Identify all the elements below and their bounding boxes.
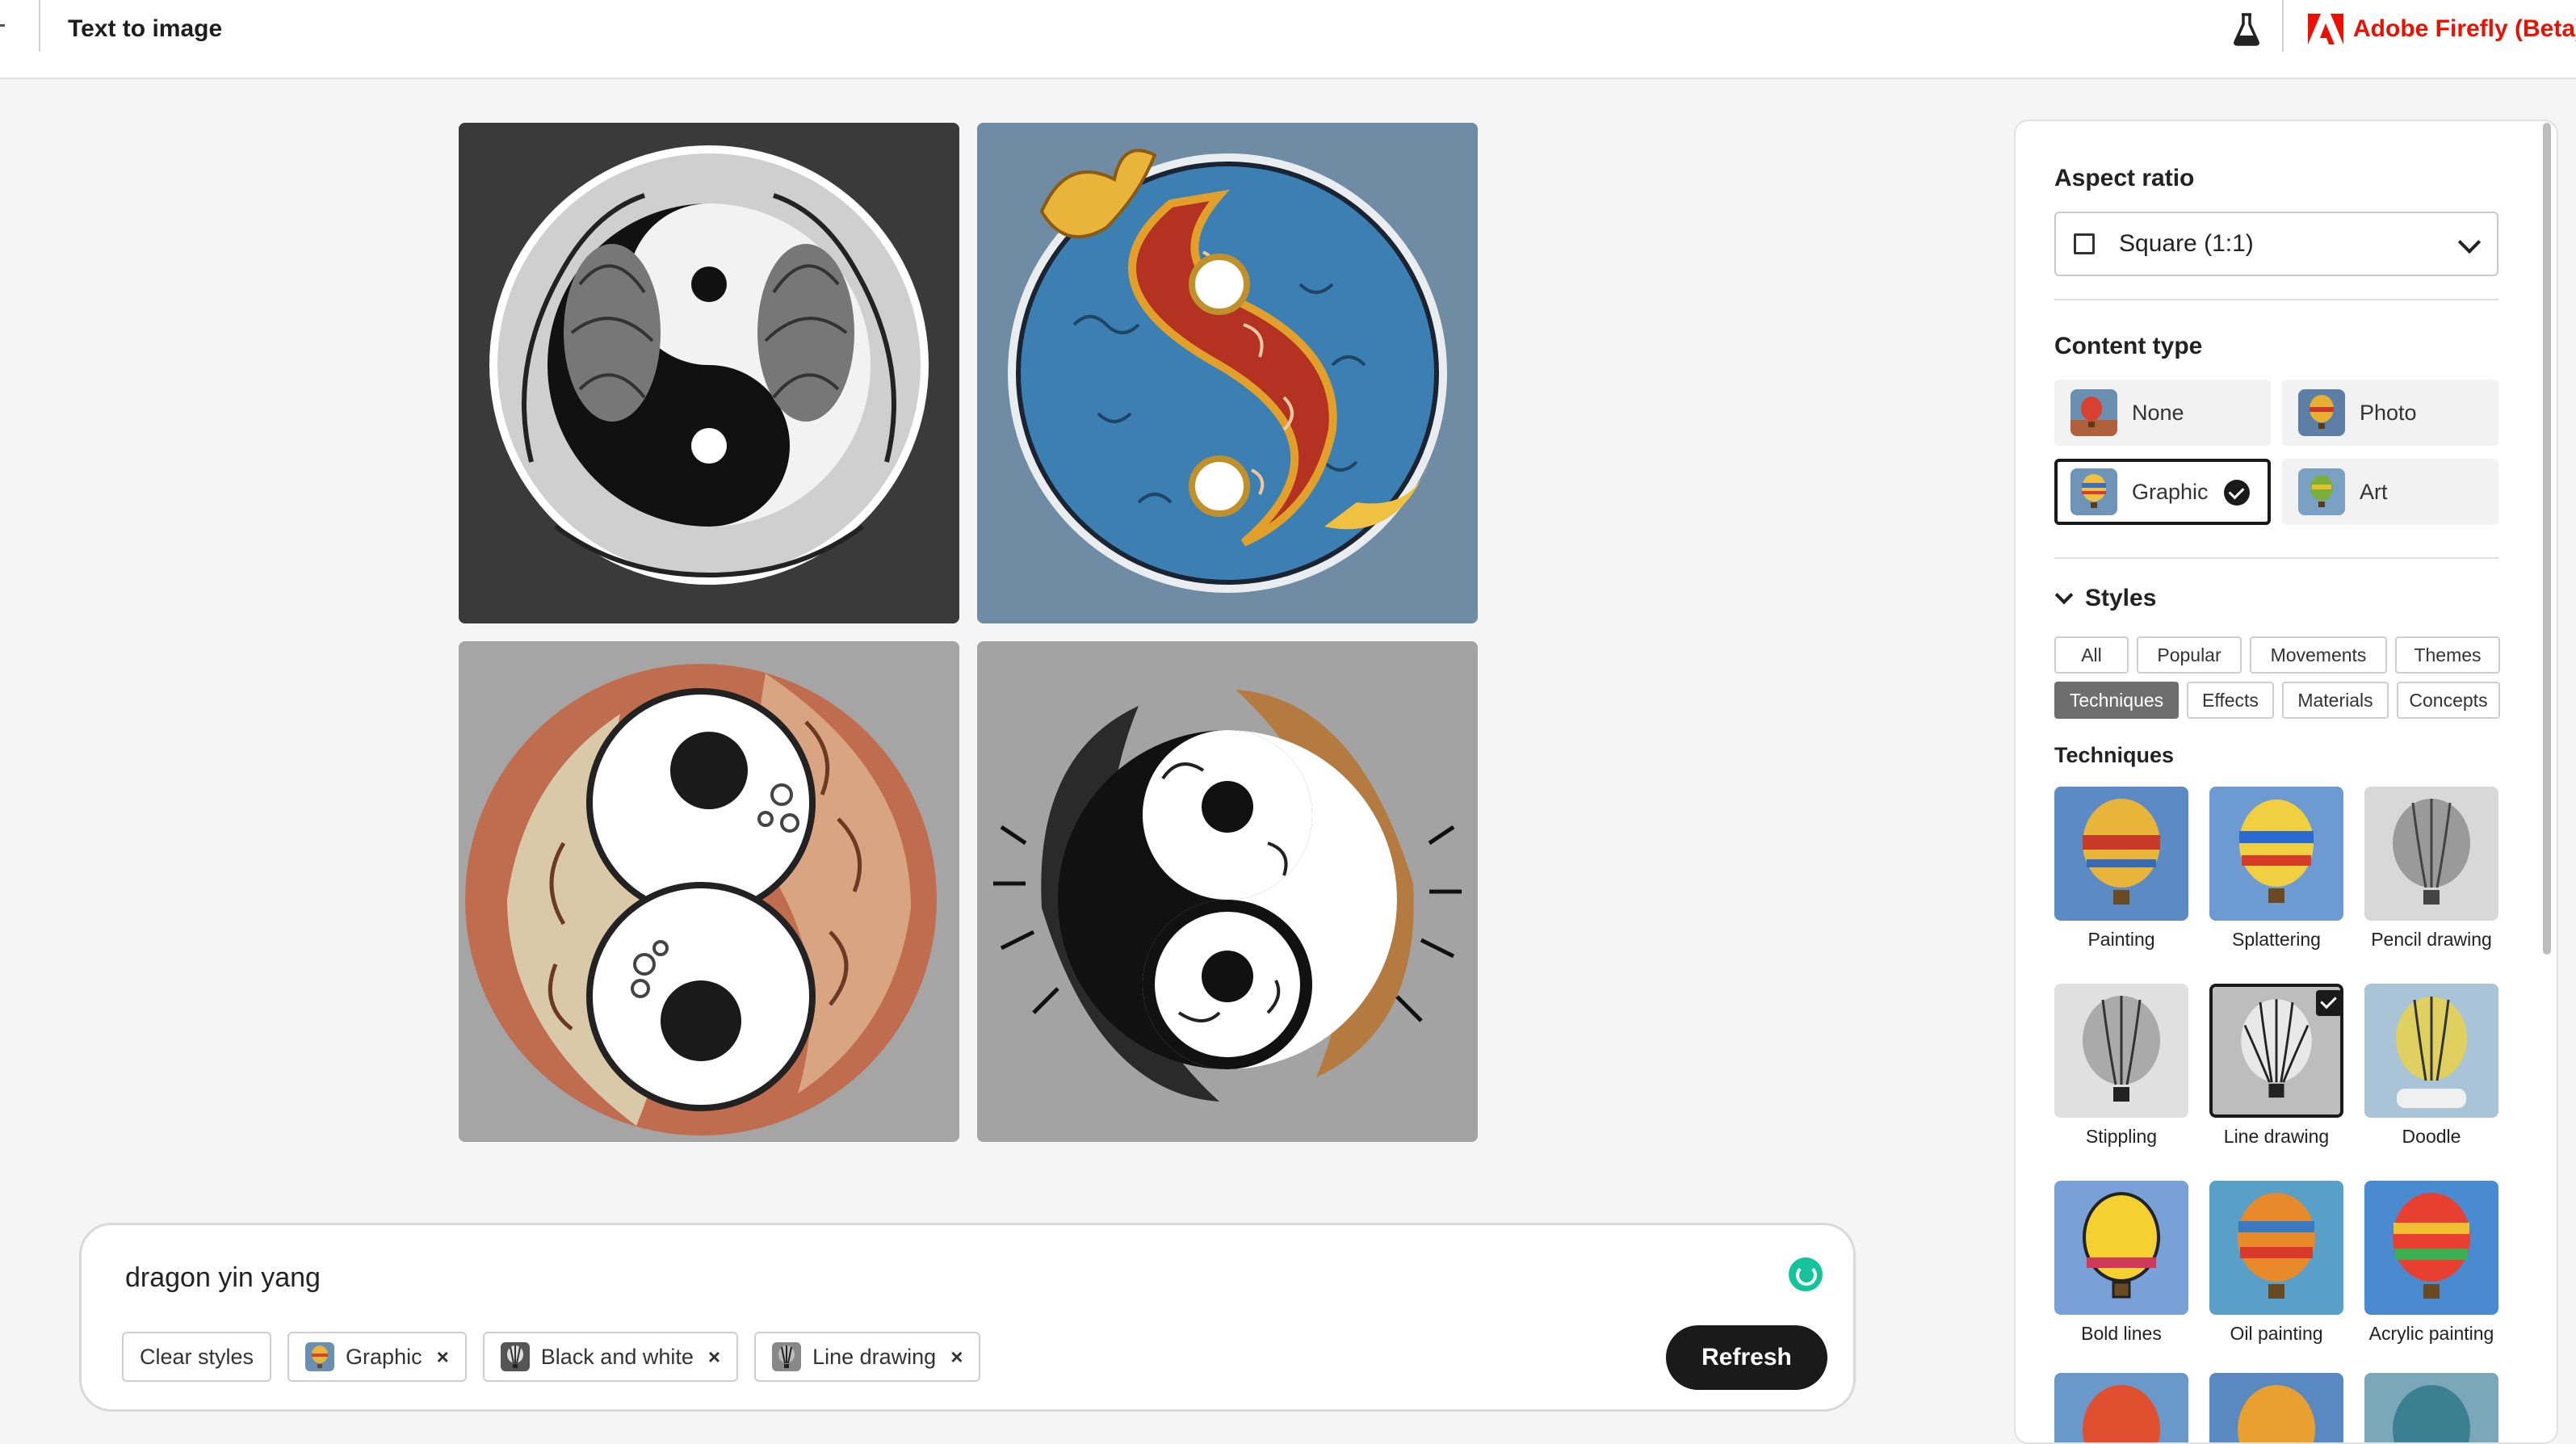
content-type-art[interactable]: Art: [2282, 459, 2498, 525]
tab-materials[interactable]: Materials: [2282, 682, 2389, 719]
techniques-heading: Techniques: [2054, 743, 2175, 767]
balloon-bw-thumb-icon: [500, 1342, 530, 1371]
remove-chip-icon[interactable]: ×: [437, 1345, 449, 1370]
checkmark-icon: [2224, 480, 2250, 506]
prompt-input[interactable]: dragon yin yang: [125, 1261, 321, 1295]
brand-link[interactable]: Adobe Firefly (Beta): [2308, 11, 2576, 47]
prompt-bar: dragon yin yang Clear styles Graphic × B…: [79, 1223, 1856, 1412]
balloon-graphic-icon: [2070, 468, 2117, 515]
chip-black-and-white: Black and white ×: [482, 1332, 739, 1382]
settings-panel: Aspect ratio Square (1:1) Content type N…: [2014, 120, 2558, 1444]
chip-graphic: Graphic ×: [287, 1332, 467, 1382]
technique-acrylic-painting[interactable]: [2364, 1181, 2498, 1315]
balloon-line-thumb-icon: [772, 1342, 802, 1371]
technique-doodle[interactable]: [2364, 984, 2498, 1118]
aspect-ratio-value: Square (1:1): [2119, 230, 2254, 257]
technique-tile[interactable]: [2209, 1373, 2343, 1442]
tab-movements[interactable]: Movements: [2250, 636, 2387, 674]
header-divider: [2282, 0, 2284, 52]
adobe-logo-icon: [2308, 14, 2343, 44]
styles-toggle[interactable]: Styles: [2054, 585, 2157, 612]
back-arrow-icon[interactable]: [0, 24, 5, 27]
balloon-photo-icon: [2298, 389, 2345, 436]
content-type-graphic[interactable]: Graphic: [2054, 459, 2271, 525]
scroll-thumb[interactable]: [2543, 123, 2551, 955]
chip-label: Line drawing: [812, 1344, 937, 1369]
tab-themes[interactable]: Themes: [2395, 636, 2500, 674]
chevron-down-icon: [2457, 230, 2482, 254]
tab-techniques[interactable]: Techniques: [2054, 682, 2179, 719]
divider: [2054, 557, 2498, 559]
aspect-ratio-heading: Aspect ratio: [2054, 165, 2195, 191]
page-title: Text to image: [68, 15, 223, 42]
technique-stippling[interactable]: [2054, 984, 2188, 1118]
balloon-art-icon: [2298, 468, 2345, 515]
clear-styles-button[interactable]: Clear styles: [122, 1332, 272, 1382]
clear-styles-label: Clear styles: [140, 1344, 254, 1369]
content-type-label: Graphic: [2132, 479, 2209, 504]
generated-image-3[interactable]: [459, 641, 959, 1142]
technique-label: Line drawing: [2223, 1126, 2330, 1147]
chip-line-drawing: Line drawing ×: [754, 1332, 981, 1382]
technique-pencil-drawing[interactable]: [2364, 787, 2498, 921]
brand-name: Adobe Firefly (Beta): [2353, 15, 2576, 42]
technique-tile[interactable]: [2364, 1373, 2498, 1442]
technique-label: Painting: [2087, 929, 2155, 950]
content-type-label: None: [2132, 400, 2184, 425]
content-type-label: Photo: [2360, 400, 2417, 425]
chip-label: Black and white: [540, 1344, 694, 1369]
styles-heading: Styles: [2085, 585, 2157, 611]
technique-oil-painting[interactable]: [2209, 1181, 2343, 1315]
technique-label: Doodle: [2402, 1126, 2461, 1147]
square-icon: [2074, 233, 2095, 254]
remove-chip-icon[interactable]: ×: [708, 1345, 720, 1370]
tab-effects[interactable]: Effects: [2187, 682, 2274, 719]
technique-label: Bold lines: [2081, 1323, 2162, 1344]
technique-label: Splattering: [2232, 929, 2321, 950]
grammarly-icon[interactable]: [1789, 1257, 1823, 1291]
technique-label: Stippling: [2085, 1126, 2158, 1147]
content-type-photo[interactable]: Photo: [2282, 380, 2498, 446]
technique-painting[interactable]: [2054, 787, 2188, 921]
aspect-ratio-select[interactable]: Square (1:1): [2054, 212, 2498, 276]
refresh-button[interactable]: Refresh: [1666, 1325, 1827, 1390]
checkmark-icon: [2316, 990, 2342, 1016]
tab-all[interactable]: All: [2054, 636, 2129, 674]
tab-concepts[interactable]: Concepts: [2397, 682, 2500, 719]
style-chips: Clear styles Graphic × Black and white ×: [122, 1332, 981, 1382]
content-type-none[interactable]: None: [2054, 380, 2271, 446]
technique-label: Acrylic painting: [2368, 1323, 2494, 1344]
generated-image-4[interactable]: [977, 641, 1478, 1142]
remove-chip-icon[interactable]: ×: [950, 1345, 963, 1370]
app-header: Text to image Adobe Firefly (Beta): [0, 0, 2576, 79]
balloon-photo-icon: [2070, 389, 2117, 436]
technique-tile[interactable]: [2054, 1373, 2188, 1442]
technique-label: Pencil drawing: [2371, 929, 2492, 950]
tab-popular[interactable]: Popular: [2137, 636, 2242, 674]
balloon-thumb-icon: [305, 1342, 335, 1371]
generated-image-1[interactable]: [459, 123, 959, 623]
generated-image-2[interactable]: [977, 123, 1478, 623]
content-type-heading: Content type: [2054, 333, 2203, 359]
divider: [2054, 299, 2498, 300]
beaker-icon[interactable]: [2230, 11, 2263, 47]
chip-label: Graphic: [346, 1344, 422, 1369]
header-divider: [39, 0, 40, 52]
chevron-down-icon: [2054, 586, 2074, 605]
content-type-label: Art: [2360, 479, 2388, 504]
panel-scrollbar[interactable]: [2540, 121, 2552, 1442]
technique-label: Oil painting: [2230, 1323, 2323, 1344]
technique-splattering[interactable]: [2209, 787, 2343, 921]
technique-bold-lines[interactable]: [2054, 1181, 2188, 1315]
